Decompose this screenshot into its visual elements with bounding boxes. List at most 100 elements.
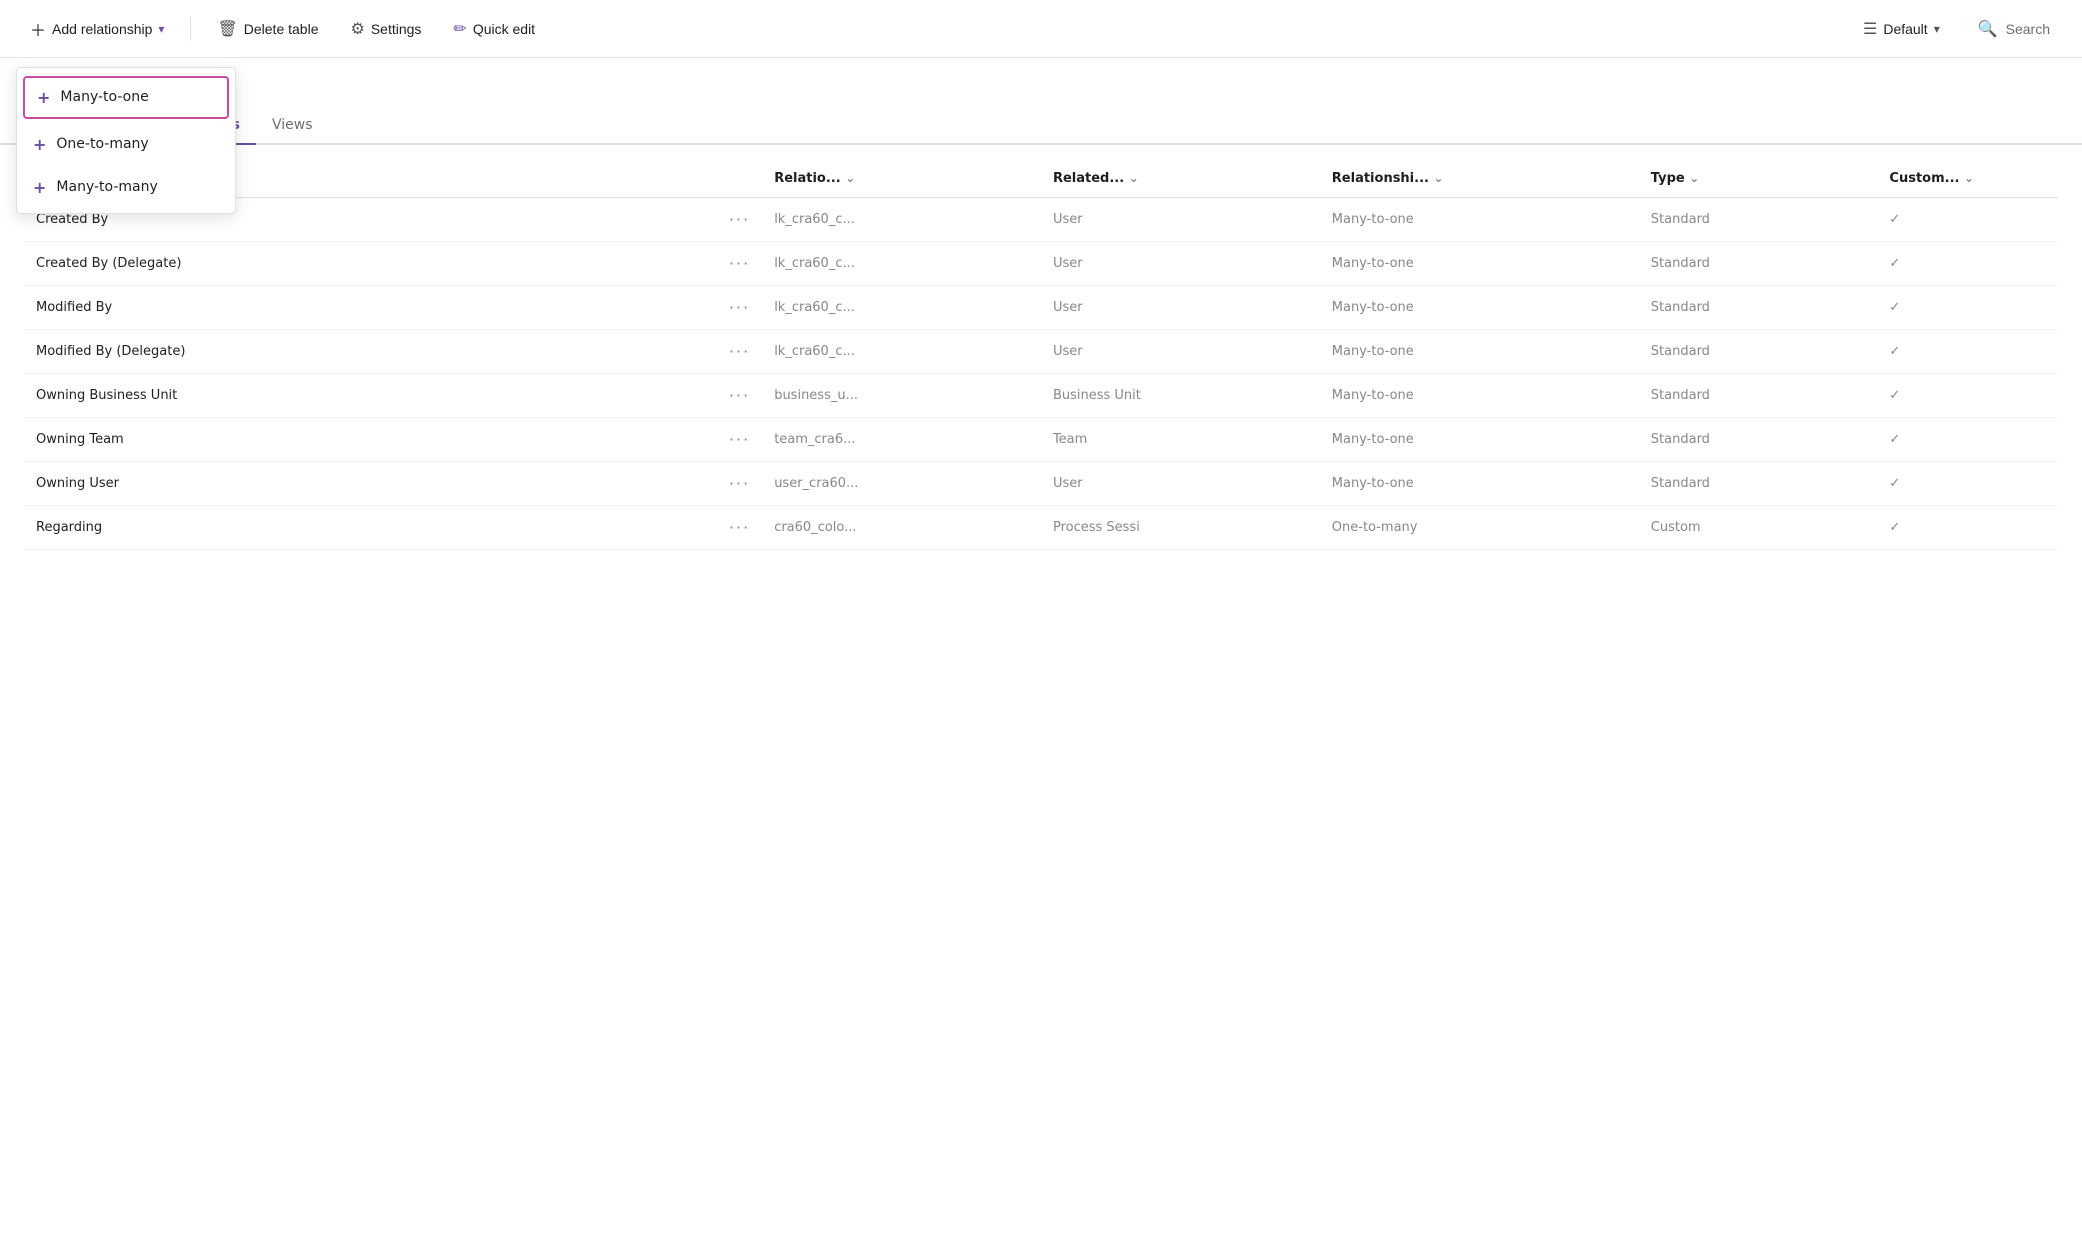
pencil-icon: ✏ [453, 19, 466, 39]
settings-button[interactable]: ⚙ Settings [336, 11, 435, 47]
cell-row-actions[interactable]: ··· [717, 461, 762, 505]
cell-relationship-name: lk_cra60_c... [762, 329, 1041, 373]
tab-views-label: Views [272, 117, 313, 133]
cell-related: User [1041, 285, 1320, 329]
cell-relationship-type: Many-to-one [1320, 197, 1639, 241]
cell-type: Standard [1639, 373, 1878, 417]
cell-type: Custom [1639, 505, 1878, 549]
settings-label: Settings [371, 21, 422, 37]
col-header-relationship-type[interactable]: Relationshi... ⌄ [1320, 161, 1639, 197]
quick-edit-label: Quick edit [473, 21, 535, 37]
cell-related: Team [1041, 417, 1320, 461]
cell-related: User [1041, 329, 1320, 373]
cell-row-actions[interactable]: ··· [717, 505, 762, 549]
cell-display-name: Created By (Delegate) [24, 241, 717, 285]
cell-relationship-name: business_u... [762, 373, 1041, 417]
cell-type: Standard [1639, 329, 1878, 373]
quick-edit-button[interactable]: ✏ Quick edit [439, 11, 549, 47]
cell-custom: ✓ [1877, 373, 2058, 417]
cell-custom: ✓ [1877, 197, 2058, 241]
cell-type: Standard [1639, 461, 1878, 505]
cell-relationship-type: Many-to-one [1320, 461, 1639, 505]
cell-custom: ✓ [1877, 285, 2058, 329]
dropdown-label-one-to-many: One-to-many [56, 136, 148, 152]
cell-relationship-name: team_cra6... [762, 417, 1041, 461]
table-body: Created By ··· lk_cra60_c... User Many-t… [24, 197, 2058, 549]
search-icon: 🔍 [1978, 19, 1998, 39]
cell-row-actions[interactable]: ··· [717, 417, 762, 461]
breadcrumb: ... › Color [0, 58, 2082, 99]
chevron-related: ⌄ [1129, 171, 1139, 185]
table-row[interactable]: Owning User ··· user_cra60... User Many-… [24, 461, 2058, 505]
dropdown-item-many-to-one[interactable]: + Many-to-one [23, 76, 229, 119]
search-button[interactable]: 🔍 Search [1962, 11, 2066, 47]
cell-relationship-type: One-to-many [1320, 505, 1639, 549]
chevron-type: ⌄ [1689, 171, 1699, 185]
relationships-table-area: Display name ↑ ⌄ Relatio... ⌄ Related...… [0, 145, 2082, 566]
delete-table-label: Delete table [244, 21, 319, 37]
cell-row-actions[interactable]: ··· [717, 373, 762, 417]
plus-icon-one-to-many: + [33, 135, 46, 154]
cell-custom: ✓ [1877, 417, 2058, 461]
cell-related: Process Sessi [1041, 505, 1320, 549]
cell-relationship-type: Many-to-one [1320, 417, 1639, 461]
table-header-row: Display name ↑ ⌄ Relatio... ⌄ Related...… [24, 161, 2058, 197]
cell-relationship-name: lk_cra60_c... [762, 197, 1041, 241]
col-header-relationship-name[interactable]: Relatio... ⌄ [762, 161, 1041, 197]
default-button[interactable]: ☰ Default ▾ [1849, 11, 1954, 47]
col-header-custom[interactable]: Custom... ⌄ [1877, 161, 2058, 197]
dropdown-item-many-to-many[interactable]: + Many-to-many [17, 166, 235, 209]
cell-related: Business Unit [1041, 373, 1320, 417]
trash-icon: 🗑 [217, 19, 237, 39]
dropdown-label-many-to-one: Many-to-one [60, 89, 148, 105]
cell-custom: ✓ [1877, 461, 2058, 505]
cell-display-name: Modified By (Delegate) [24, 329, 717, 373]
cell-row-actions[interactable]: ··· [717, 329, 762, 373]
cell-relationship-type: Many-to-one [1320, 241, 1639, 285]
delete-table-button[interactable]: 🗑 Delete table [203, 11, 332, 47]
cell-related: User [1041, 241, 1320, 285]
gear-icon: ⚙ [350, 19, 364, 39]
col-header-related[interactable]: Related... ⌄ [1041, 161, 1320, 197]
search-label: Search [2006, 21, 2050, 37]
cell-relationship-name: cra60_colo... [762, 505, 1041, 549]
cell-relationship-type: Many-to-one [1320, 329, 1639, 373]
table-row[interactable]: Modified By (Delegate) ··· lk_cra60_c...… [24, 329, 2058, 373]
table-row[interactable]: Owning Business Unit ··· business_u... B… [24, 373, 2058, 417]
cell-relationship-type: Many-to-one [1320, 285, 1639, 329]
cell-type: Standard [1639, 285, 1878, 329]
table-row[interactable]: Created By ··· lk_cra60_c... User Many-t… [24, 197, 2058, 241]
dropdown-item-one-to-many[interactable]: + One-to-many [17, 123, 235, 166]
cell-related: User [1041, 461, 1320, 505]
table-row[interactable]: Regarding ··· cra60_colo... Process Sess… [24, 505, 2058, 549]
dropdown-label-many-to-many: Many-to-many [56, 179, 157, 195]
table-row[interactable]: Created By (Delegate) ··· lk_cra60_c... … [24, 241, 2058, 285]
col-header-type[interactable]: Type ⌄ [1639, 161, 1878, 197]
cell-type: Standard [1639, 417, 1878, 461]
cell-relationship-type: Many-to-one [1320, 373, 1639, 417]
cell-type: Standard [1639, 241, 1878, 285]
toolbar: ＋ Add relationship ▾ + Many-to-one + One… [0, 0, 2082, 58]
relationship-dropdown-menu: + Many-to-one + One-to-many + Many-to-ma… [16, 67, 236, 214]
cell-type: Standard [1639, 197, 1878, 241]
tab-views[interactable]: Views [256, 107, 329, 145]
toolbar-divider-1 [190, 17, 191, 41]
toolbar-right: ☰ Default ▾ 🔍 Search [1849, 11, 2066, 47]
col-header-spacer [717, 161, 762, 197]
cell-row-actions[interactable]: ··· [717, 197, 762, 241]
cell-relationship-name: lk_cra60_c... [762, 241, 1041, 285]
plus-icon-many-to-many: + [33, 178, 46, 197]
cell-row-actions[interactable]: ··· [717, 241, 762, 285]
cell-display-name: Owning Team [24, 417, 717, 461]
plus-icon: ＋ [30, 17, 46, 41]
cell-display-name: Owning Business Unit [24, 373, 717, 417]
table-row[interactable]: Modified By ··· lk_cra60_c... User Many-… [24, 285, 2058, 329]
list-icon: ☰ [1863, 19, 1877, 39]
table-row[interactable]: Owning Team ··· team_cra6... Team Many-t… [24, 417, 2058, 461]
add-relationship-button[interactable]: ＋ Add relationship ▾ [16, 9, 178, 49]
cell-row-actions[interactable]: ··· [717, 285, 762, 329]
cell-custom: ✓ [1877, 241, 2058, 285]
cell-relationship-name: lk_cra60_c... [762, 285, 1041, 329]
cell-relationship-name: user_cra60... [762, 461, 1041, 505]
chevron-custom: ⌄ [1964, 171, 1974, 185]
